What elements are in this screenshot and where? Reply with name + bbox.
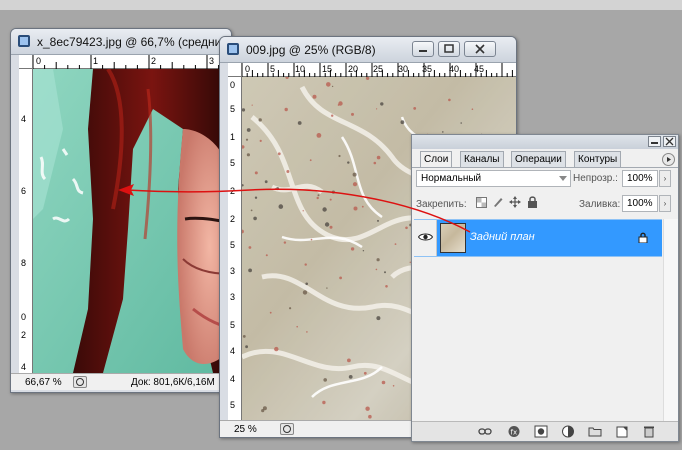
annotation-arrow [118, 184, 471, 233]
